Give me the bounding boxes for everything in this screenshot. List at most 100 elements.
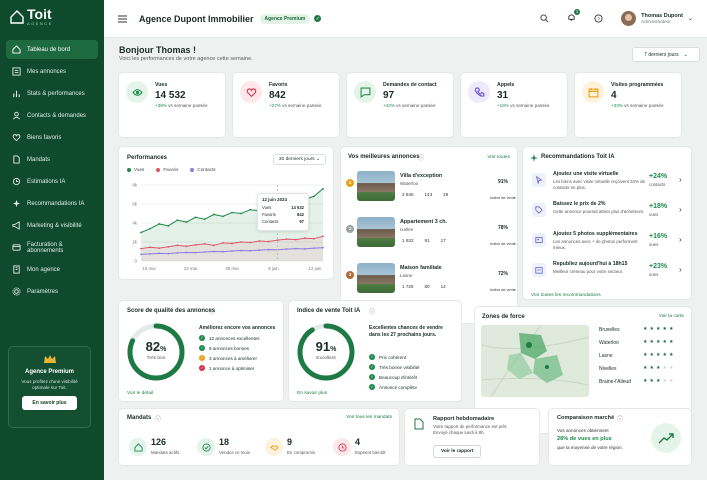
repost-icon [532, 263, 546, 277]
mandat-stat[interactable]: 9 En compromis [265, 434, 327, 470]
zone-name: Nivelles [599, 366, 617, 372]
series-point-2 [203, 251, 206, 253]
sidebar-item-4[interactable]: Biens favoris [6, 128, 98, 147]
view-report-button[interactable]: Voir le rapport [433, 445, 482, 458]
chevron-right-icon: › [679, 265, 682, 274]
reco-item-title: Ajoutez une visite virtuelle [553, 171, 619, 177]
series-point-1 [176, 244, 179, 247]
sidebar-item-9[interactable]: Facturation & abonnements [6, 238, 98, 257]
user-menu[interactable]: Thomas Dupont Administrateur ⌄ [621, 11, 693, 26]
legend-favoris: Favoris [156, 167, 178, 172]
star-icon: ★ [649, 326, 654, 332]
status-dot-icon: ✓ [199, 345, 205, 351]
series-point-1 [203, 243, 206, 245]
check-icon: ✓ [369, 374, 375, 380]
series-point-0 [158, 223, 161, 225]
handshake-icon [265, 438, 283, 456]
star-icon: ★ [655, 339, 661, 345]
sales-index-card: Indice de vente Toit IA ⓘ 91% Excellent … [288, 300, 462, 402]
kpi-card-0[interactable]: Vues 14 532 +38% vs semaine passée [118, 72, 226, 138]
menu-icon[interactable] [118, 15, 127, 23]
listing-item[interactable]: 2 Appartement 3 ch. Ixelles 1 932 91 17 78% Ind… [346, 215, 516, 255]
sidebar-item-3[interactable]: Contacts & demandes [6, 106, 98, 125]
series-point-0 [176, 219, 179, 222]
star-icon: ★ [668, 339, 674, 345]
quality-item-text: 12 annonces excellentes [209, 335, 260, 341]
zone-name: Braine-l'Alleud [599, 379, 632, 385]
mandats-title: Mandats [127, 415, 152, 421]
kpi-card-1[interactable]: Favoris 842 +27% vs semaine passée [232, 72, 340, 138]
listing-photo [357, 171, 395, 201]
kpi-card-4[interactable]: Visites programmées 4 +33% vs semaine pass… [574, 72, 682, 138]
sales-index-value: 91% [497, 179, 508, 185]
sidebar-nav: Tableau de bord Mes annonces Stats & perfo… [6, 40, 98, 301]
reco-item-title: Ajoutez 5 photos supplémentaires [553, 231, 638, 237]
sidebar-item-label: Estimations IA [27, 178, 66, 185]
agency-name: Agence Dupont Immobilier [139, 13, 254, 24]
notifications-button[interactable]: 3 [567, 9, 581, 24]
kpi-card-3[interactable]: Appels 31 +19% vs semaine passée [460, 72, 568, 138]
star-icon: ★ [655, 326, 661, 332]
listing-stats: 2 845 143 28 [400, 192, 448, 197]
series-point-0 [167, 224, 170, 227]
help-icon[interactable]: ? [594, 14, 603, 23]
index-more-link[interactable]: En savoir plus [297, 391, 327, 396]
listing-item[interactable]: 3 Maison familiale Lasne 1 725 80 14 72% Indice… [346, 261, 516, 301]
mandat-stat[interactable]: 4 Expirent bientôt [333, 434, 395, 470]
reco-see-all-link[interactable]: Voir toutes les recommandations [531, 293, 601, 298]
reco-item-title: Republiez aujourd'hui à 18h15 [553, 261, 628, 267]
period-select[interactable]: 7 derniers jours ⌄ [632, 47, 700, 62]
mandat-stat[interactable]: 126 Mandats actifs [129, 434, 191, 470]
zones-map[interactable] [481, 325, 589, 397]
chevron-right-icon: › [679, 175, 682, 184]
sidebar-item-8[interactable]: Marketing & visibilité [6, 216, 98, 235]
reco-item-value: +24% [649, 173, 668, 180]
star-icon: ★ [643, 378, 648, 384]
reco-item[interactable]: Ajoutez une visite virtuelle Les biens av… [529, 169, 689, 195]
series-point-0 [240, 212, 242, 215]
search-icon[interactable] [540, 14, 549, 23]
sidebar-item-2[interactable]: Stats & performances [6, 84, 98, 103]
phone-icon [468, 81, 490, 103]
listing-stat-contacts: 17 [439, 238, 446, 243]
mandat-stat[interactable]: 18 Vendus ce mois [197, 434, 259, 470]
best-listings-see-all-link[interactable]: Voir toutes [487, 155, 510, 160]
kpi-card-2[interactable]: Demandes de contact 97 +42% vs semaine pas… [346, 72, 454, 138]
listing-item[interactable]: 1 Villa d'exception Waterloo 2 845 143 28 91% I… [346, 169, 516, 209]
zones-map-link[interactable]: Voir la carte [659, 314, 684, 319]
premium-more-button[interactable]: En savoir plus [22, 396, 77, 410]
kpi-delta-text: vs semaine passée [282, 103, 322, 108]
sidebar-item-5[interactable]: Mandats [6, 150, 98, 169]
legend-contacts-label: Contacts [197, 167, 216, 172]
sidebar-item-1[interactable]: Mes annonces [6, 62, 98, 81]
performances-period-select[interactable]: 30 derniers jours ⌄ [272, 154, 326, 165]
sidebar-item-11[interactable]: Paramètres [6, 282, 98, 301]
zone-rating: ★ ★ ★ ★ ★ [643, 365, 673, 371]
listing-stat-views: 1 932 [400, 238, 414, 243]
brand-logo[interactable]: Toit AGENCE [10, 7, 98, 26]
kpi-value: 842 [269, 90, 286, 101]
reco-item[interactable]: Republiez aujourd'hui à 18h15 Meilleur cr… [529, 259, 689, 285]
series-point-2 [167, 252, 170, 255]
sidebar-item-6[interactable]: Estimations IA [6, 172, 98, 191]
reco-item[interactable]: Ajoutez 5 photos supplémentaires Les anno… [529, 229, 689, 255]
listing-title: Villa d'exception [400, 173, 443, 179]
sidebar-item-0[interactable]: Tableau de bord [6, 40, 98, 59]
index-item: ✓ Beaucoup d'intérêt [369, 374, 419, 380]
chevron-right-icon: › [679, 235, 682, 244]
performances-period-label: 30 derniers jours [278, 157, 315, 162]
series-point-0 [140, 231, 142, 234]
sidebar-item-7[interactable]: Recommandations IA [6, 194, 98, 213]
mandats-see-all-link[interactable]: Voir tous les mandats [346, 415, 392, 420]
mandat-label: Expirent bientôt [355, 450, 386, 455]
avatar [621, 11, 637, 26]
kpi-delta-text: vs semaine passée [624, 103, 664, 108]
reco-item[interactable]: Baissez le prix de 2% Cette annonce pourr… [529, 199, 689, 225]
listing-stat-value: 14 [440, 284, 446, 289]
check-icon [197, 438, 215, 456]
document-icon [414, 418, 424, 430]
quality-detail-link[interactable]: Voir le détail [127, 391, 153, 396]
series-point-1 [149, 246, 151, 249]
megaphone-icon [12, 221, 21, 230]
sidebar-item-10[interactable]: Mon agence [6, 260, 98, 279]
